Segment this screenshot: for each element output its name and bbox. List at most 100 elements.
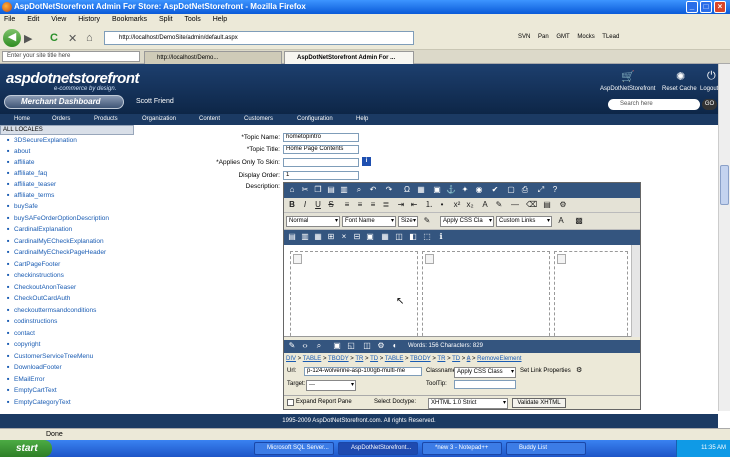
align-left-icon[interactable]: ≡ <box>342 200 352 210</box>
bullet-list-icon[interactable]: • <box>437 200 447 210</box>
align-right-icon[interactable]: ≡ <box>368 200 378 210</box>
crumb-a[interactable]: A <box>466 356 471 362</box>
nav-configuration[interactable]: Configuration <box>297 114 333 125</box>
font-size-select[interactable]: Size <box>398 216 418 227</box>
site-logo[interactable]: aspdotnetstorefront <box>6 70 140 87</box>
content-table-cell[interactable] <box>554 251 628 336</box>
page-scrollbar-thumb[interactable] <box>720 165 729 205</box>
bookmark-tlead[interactable]: TLead <box>602 34 619 40</box>
topic-item[interactable]: checkinstructions <box>7 272 64 279</box>
topic-item[interactable]: CartPageFooter <box>7 261 60 268</box>
topic-item[interactable]: affiliate_teaser <box>7 181 56 188</box>
view-select-icon[interactable]: ◱ <box>346 341 356 351</box>
cart-icon[interactable]: 🛒 <box>621 70 635 83</box>
crumb-td[interactable]: TD <box>370 356 378 362</box>
text-color-icon[interactable]: A <box>556 216 566 226</box>
bold-icon[interactable]: B <box>287 200 297 210</box>
merge-cells-icon[interactable]: ⊞ <box>326 232 336 242</box>
font-name-select[interactable]: Font Name <box>342 216 396 227</box>
crumb-table[interactable]: TABLE <box>303 356 322 362</box>
topic-item[interactable]: about <box>7 148 30 155</box>
page-scrollbar[interactable] <box>718 64 730 411</box>
reset-cache-icon[interactable]: ✺ <box>676 70 685 83</box>
toggle-icon[interactable]: ◐ <box>390 341 400 351</box>
locales-select[interactable]: ALL LOCALES <box>0 125 134 135</box>
topic-item[interactable]: copyright <box>7 341 40 348</box>
image-icon[interactable]: ▣ <box>432 185 442 195</box>
taskbar-item-notepad[interactable]: *new 3 - Notepad++ <box>422 442 502 455</box>
delete-icon[interactable]: × <box>339 232 349 242</box>
validate-xhtml-button[interactable]: Validate XHTML <box>512 398 566 408</box>
menu-help[interactable]: Help <box>213 16 227 23</box>
topic-item[interactable]: buySAFeOrderOptionDescription <box>7 215 109 222</box>
topic-item[interactable]: CheckoutAnonTeaser <box>7 284 76 291</box>
preview-mode-icon[interactable]: ⌕ <box>314 341 324 351</box>
crumb-div[interactable]: DIV <box>286 356 296 362</box>
info-icon[interactable]: i <box>362 157 371 166</box>
url-input[interactable]: p-124-wolverine-asp-100gb-multi-me <box>304 367 422 376</box>
table-props-icon[interactable]: ▦ <box>380 232 390 242</box>
remove-format-icon[interactable]: ⌫ <box>526 200 537 210</box>
topic-item[interactable]: 3DSecureExplanation <box>7 137 77 144</box>
menu-history[interactable]: History <box>78 16 100 23</box>
stop-button[interactable]: ✕ <box>68 32 77 45</box>
close-button[interactable]: × <box>714 1 726 13</box>
crumb-table[interactable]: TABLE <box>385 356 404 362</box>
nav-help[interactable]: Help <box>356 114 368 125</box>
topic-item[interactable]: codinstructions <box>7 318 57 325</box>
redo-icon[interactable]: ↷ <box>384 185 394 195</box>
logout-link[interactable]: Logout <box>700 86 718 92</box>
crumb-tbody[interactable]: TBODY <box>410 356 431 362</box>
fullscreen-icon[interactable]: ⤢ <box>536 185 546 195</box>
preview-icon[interactable]: ▢ <box>506 185 516 195</box>
topic-item[interactable]: EmptyCategoryText <box>7 399 71 406</box>
horizontal-rule-icon[interactable]: ― <box>510 200 520 210</box>
link-props-icon[interactable]: ⚙ <box>576 366 582 374</box>
crumb-tbody[interactable]: TBODY <box>328 356 349 362</box>
undo-icon[interactable]: ↶ <box>368 185 378 195</box>
media-icon[interactable]: ◉ <box>474 185 484 195</box>
delete-row-icon[interactable]: ▦ <box>313 232 323 242</box>
topic-name-input[interactable]: hometopintro <box>283 133 359 142</box>
logout-icon[interactable]: ⏻ <box>707 70 716 83</box>
underline-icon[interactable]: U <box>313 200 323 210</box>
content-table-cell[interactable] <box>290 251 418 336</box>
display-order-input[interactable]: 1 <box>283 171 359 180</box>
nav-products[interactable]: Products <box>94 114 118 125</box>
tag-inspector-icon[interactable]: ◫ <box>362 341 372 351</box>
tab-admin[interactable]: AspDotNetStorefront Admin For ... <box>284 51 414 64</box>
zoom-icon[interactable]: ▣ <box>332 341 342 351</box>
layer-icon[interactable]: ◧ <box>408 232 418 242</box>
topic-item[interactable]: affiliate_faq <box>7 170 47 177</box>
justify-icon[interactable]: ≣ <box>381 200 391 210</box>
storefront-link[interactable]: AspDotNetStorefront <box>600 86 655 92</box>
insert-row-icon[interactable]: ▤ <box>287 232 297 242</box>
nav-orders[interactable]: Orders <box>52 114 70 125</box>
menu-tools[interactable]: Tools <box>184 16 200 23</box>
editor-content-area[interactable] <box>284 245 640 337</box>
link-icon[interactable]: ⚓ <box>446 185 456 195</box>
subscript-icon[interactable]: x₂ <box>465 200 475 210</box>
topic-item[interactable]: checkouttermsandconditions <box>7 307 96 314</box>
cell-props-icon[interactable]: ▣ <box>365 232 375 242</box>
tooltip-input[interactable] <box>454 380 516 389</box>
topic-item[interactable]: EMailError <box>7 376 45 383</box>
topic-item[interactable]: EmptyCartText <box>7 387 57 394</box>
menu-bookmarks[interactable]: Bookmarks <box>112 16 147 23</box>
more-icon[interactable]: ⚙ <box>558 200 568 210</box>
reload-button[interactable]: C <box>50 32 58 44</box>
brush-icon[interactable]: ✎ <box>422 216 432 226</box>
content-table-cell[interactable] <box>422 251 550 336</box>
minimize-button[interactable]: _ <box>686 1 698 13</box>
split-cell-icon[interactable]: ⊟ <box>352 232 362 242</box>
crumb-td[interactable]: TD <box>452 356 460 362</box>
forward-button[interactable]: ▶ <box>24 32 32 45</box>
copy-icon[interactable]: ❐ <box>313 185 323 195</box>
italic-icon[interactable]: I <box>300 200 310 210</box>
nav-home[interactable]: Home <box>14 114 30 125</box>
merchant-dashboard-button[interactable]: Merchant Dashboard <box>4 95 124 109</box>
menu-edit[interactable]: Edit <box>27 16 39 23</box>
topic-item[interactable]: CardinalExplanation <box>7 226 72 233</box>
back-color-icon[interactable]: ▩ <box>574 216 584 226</box>
menu-view[interactable]: View <box>51 16 66 23</box>
